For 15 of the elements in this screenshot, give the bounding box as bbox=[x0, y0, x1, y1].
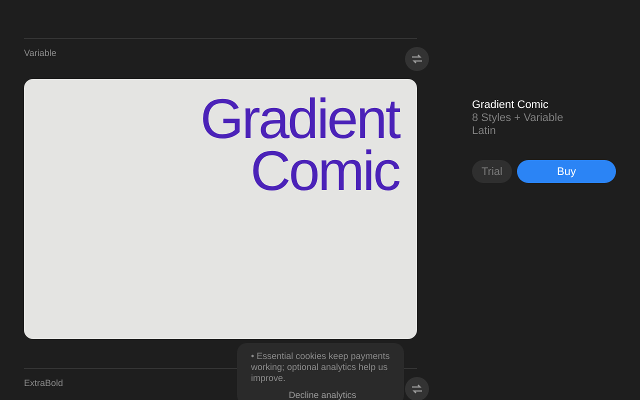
arrows-icon bbox=[411, 384, 423, 394]
swap-button[interactable] bbox=[405, 47, 429, 71]
preview-text: Comic bbox=[250, 145, 399, 197]
styles-count: 8 Styles + Variable bbox=[472, 112, 564, 125]
swap-button[interactable] bbox=[405, 377, 429, 400]
cookie-text: • Essential cookies keep payments working; optional analytics help us improve. bbox=[251, 351, 391, 384]
buy-button[interactable]: Buy bbox=[517, 160, 616, 183]
arrows-icon bbox=[411, 54, 423, 64]
decline-analytics-button[interactable]: Decline analytics bbox=[288, 390, 356, 400]
font-name: Gradient Comic bbox=[472, 98, 550, 112]
trial-button[interactable]: Trial bbox=[472, 160, 512, 183]
style-label: Variable bbox=[24, 48, 56, 58]
script-label: Latin bbox=[472, 125, 497, 138]
preview-text: Gradient bbox=[200, 93, 399, 145]
style-label: ExtraBold bbox=[24, 378, 64, 388]
